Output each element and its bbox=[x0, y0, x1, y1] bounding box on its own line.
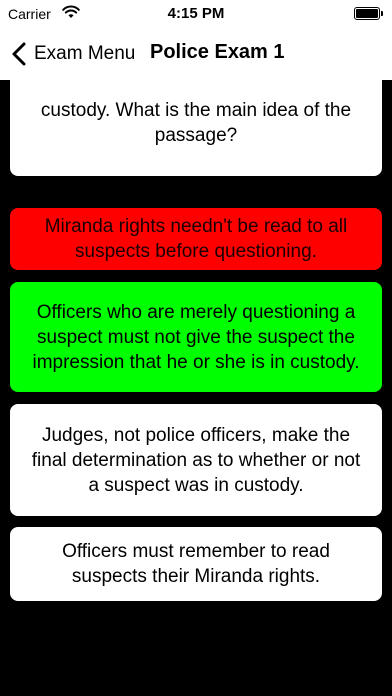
navigation-bar: Exam Menu Police Exam 1 bbox=[0, 28, 392, 80]
page-title: Police Exam 1 bbox=[150, 41, 285, 63]
answer-option-text: Officers who are merely questioning a su… bbox=[32, 301, 360, 373]
answer-option-1[interactable]: Miranda rights needn't be read to all su… bbox=[10, 208, 382, 270]
question-card: custody. What is the main idea of the pa… bbox=[10, 80, 382, 176]
question-text: custody. What is the main idea of the pa… bbox=[40, 100, 352, 146]
answer-option-4[interactable]: Officers must remember to read suspects … bbox=[10, 527, 382, 601]
status-bar: Carrier 4:15 PM bbox=[0, 0, 392, 28]
status-time: 4:15 PM bbox=[167, 5, 225, 22]
exam-content[interactable]: custody. What is the main idea of the pa… bbox=[0, 80, 392, 696]
chevron-left-icon bbox=[8, 40, 32, 68]
back-button[interactable]: Exam Menu bbox=[8, 38, 135, 70]
answer-option-text: Judges, not police officers, make the fi… bbox=[31, 424, 361, 496]
battery-icon bbox=[354, 7, 383, 20]
back-button-label: Exam Menu bbox=[34, 43, 136, 64]
answer-option-2[interactable]: Officers who are merely questioning a su… bbox=[10, 282, 382, 392]
answer-option-3[interactable]: Judges, not police officers, make the fi… bbox=[10, 404, 382, 516]
answer-option-text: Officers must remember to read suspects … bbox=[62, 541, 330, 587]
answer-option-text: Miranda rights needn't be read to all su… bbox=[44, 216, 348, 262]
